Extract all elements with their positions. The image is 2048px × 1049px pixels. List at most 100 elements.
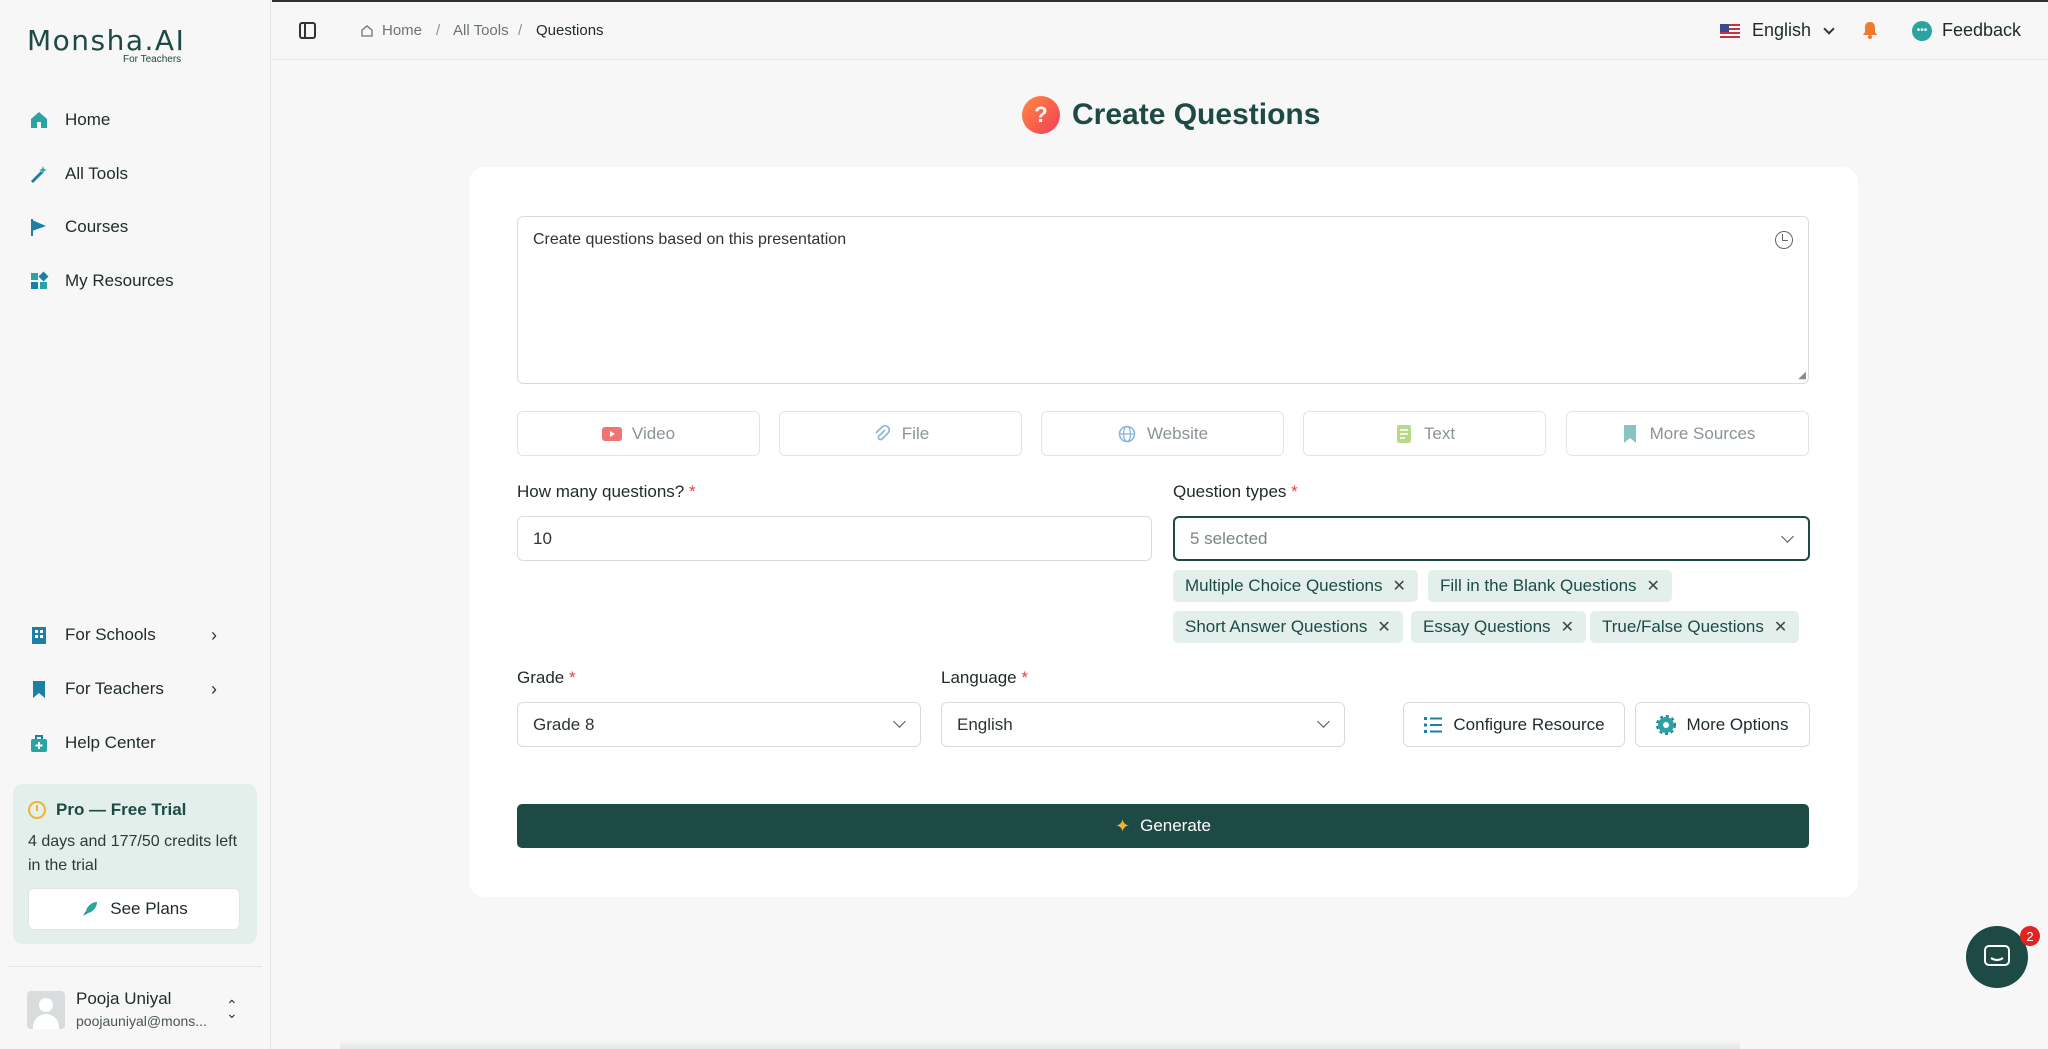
rocket-icon [83,902,98,916]
nav-item-my-resources[interactable]: My Resources [27,265,174,297]
configure-resource-button[interactable]: Configure Resource [1403,702,1625,747]
chat-widget-button[interactable] [1966,926,2028,988]
chip-multiple-choice: Multiple Choice Questions ✕ [1173,570,1418,602]
trial-title-text: Pro — Free Trial [56,800,187,819]
nav-label: All Tools [65,164,128,183]
grade-select[interactable]: Grade 8 [517,702,921,747]
language-select[interactable]: English [941,702,1345,747]
home-outline-icon [361,24,373,37]
generate-button[interactable]: ✦ Generate [517,804,1809,848]
source-label: File [901,423,930,443]
chat-bubble-icon: ••• [1912,20,1932,41]
nav-item-help-center[interactable]: Help Center [27,727,156,759]
breadcrumb-home[interactable]: Home [360,22,422,39]
help-icon [27,731,51,755]
see-plans-button[interactable]: See Plans [28,888,240,930]
required-marker: * [568,668,576,687]
chip-short-answer: Short Answer Questions ✕ [1173,611,1403,643]
chip-label: Essay Questions [1423,617,1551,636]
breadcrumb-all-tools[interactable]: All Tools [453,22,509,39]
resize-handle[interactable]: ◢ [1798,370,1806,381]
trial-title: Pro — Free Trial [28,800,242,820]
grade-label-text: Grade [517,668,565,687]
chat-icon [1984,945,2010,966]
language-value: English [957,714,1013,734]
user-email: poojauniyal@mons... [76,1013,207,1029]
chip-fill-in-blank: Fill in the Blank Questions ✕ [1428,570,1672,602]
sidebar: Monsha.AI For Teachers Home All Tools Co… [0,0,271,1049]
nav-label: Help Center [65,733,156,752]
prompt-textarea[interactable]: Create questions based on this presentat… [517,216,1809,384]
chevron-down-icon [1317,715,1330,728]
logo[interactable]: Monsha.AI For Teachers [27,24,186,65]
chevron-down-icon [893,715,906,728]
chip-label: Short Answer Questions [1185,617,1368,636]
close-icon[interactable]: ✕ [1561,617,1574,637]
close-icon[interactable]: ✕ [1377,617,1390,637]
nav-item-for-schools[interactable]: For Schools › [27,619,247,651]
topbar: Home / All Tools / Questions English •••… [272,0,2048,60]
prompt-value: Create questions based on this presentat… [533,231,847,248]
question-icon: ? [1022,96,1060,134]
flag-icon [27,215,51,239]
more-options-label: More Options [1686,714,1789,734]
source-video-button[interactable]: Video [517,411,760,456]
nav-item-for-teachers[interactable]: For Teachers › [27,673,247,705]
clock-icon [28,801,46,819]
us-flag-icon [1720,23,1740,38]
source-website-button[interactable]: Website [1041,411,1284,456]
trial-card: Pro — Free Trial 4 days and 177/50 credi… [13,784,257,944]
bell-icon[interactable] [1862,20,1878,40]
chip-label: Multiple Choice Questions [1185,576,1383,595]
home-icon [27,108,51,132]
close-icon[interactable]: ✕ [1392,576,1405,596]
question-count-label: How many questions? * [517,482,696,502]
building-icon [27,623,51,647]
breadcrumb-home-label: Home [382,22,423,39]
logo-text: Monsha.AI [27,24,186,57]
language-label: Language * [941,668,1028,688]
language-label: English [1752,20,1812,40]
nav-item-all-tools[interactable]: All Tools [27,158,128,190]
history-icon[interactable] [1775,231,1793,249]
see-plans-label: See Plans [110,899,188,918]
chip-essay: Essay Questions ✕ [1411,611,1586,643]
nav-item-courses[interactable]: Courses [27,211,128,243]
breadcrumb-separator: / [518,22,523,39]
configure-resource-label: Configure Resource [1453,714,1605,734]
close-icon[interactable]: ✕ [1647,576,1660,596]
form-card: Create questions based on this presentat… [469,167,1858,897]
question-count-input[interactable]: 10 [517,516,1152,561]
source-text-button[interactable]: Text [1303,411,1546,456]
bottom-shadow [340,1040,1740,1049]
logo-subtitle: For Teachers [123,54,182,65]
question-types-select[interactable]: 5 selected [1173,516,1810,561]
page-title-text: Create Questions [1072,98,1321,131]
nav-label: Home [65,110,111,129]
document-text-icon [1394,424,1414,443]
avatar [27,991,65,1029]
question-types-label-text: Question types [1173,482,1287,501]
more-options-button[interactable]: More Options [1635,702,1810,747]
list-icon [1423,716,1443,734]
chat-notification-badge: 2 [2020,926,2040,946]
user-profile[interactable]: Pooja Uniyal poojauniyal@mons... ⌃ ⌄ [8,966,262,1049]
close-icon[interactable]: ✕ [1774,617,1787,637]
breadcrumb-separator: / [436,22,441,39]
chevron-down-icon [1781,530,1794,543]
language-selector[interactable]: English [1720,20,1835,41]
question-count-value: 10 [533,528,552,548]
youtube-icon [601,426,622,442]
source-label: Text [1423,423,1456,443]
sidebar-toggle-icon[interactable] [299,22,316,39]
chip-true-false: True/False Questions ✕ [1590,611,1800,643]
nav-item-home[interactable]: Home [27,104,110,136]
source-more-button[interactable]: More Sources [1566,411,1809,456]
chevron-up-down-icon[interactable]: ⌃ ⌄ [226,998,238,1020]
paperclip-icon [872,424,892,442]
breadcrumb-current: Questions [536,22,604,39]
feedback-button[interactable]: ••• Feedback [1912,20,2021,41]
resources-icon [27,269,51,293]
bookmark-icon [27,677,51,701]
source-file-button[interactable]: File [779,411,1022,456]
